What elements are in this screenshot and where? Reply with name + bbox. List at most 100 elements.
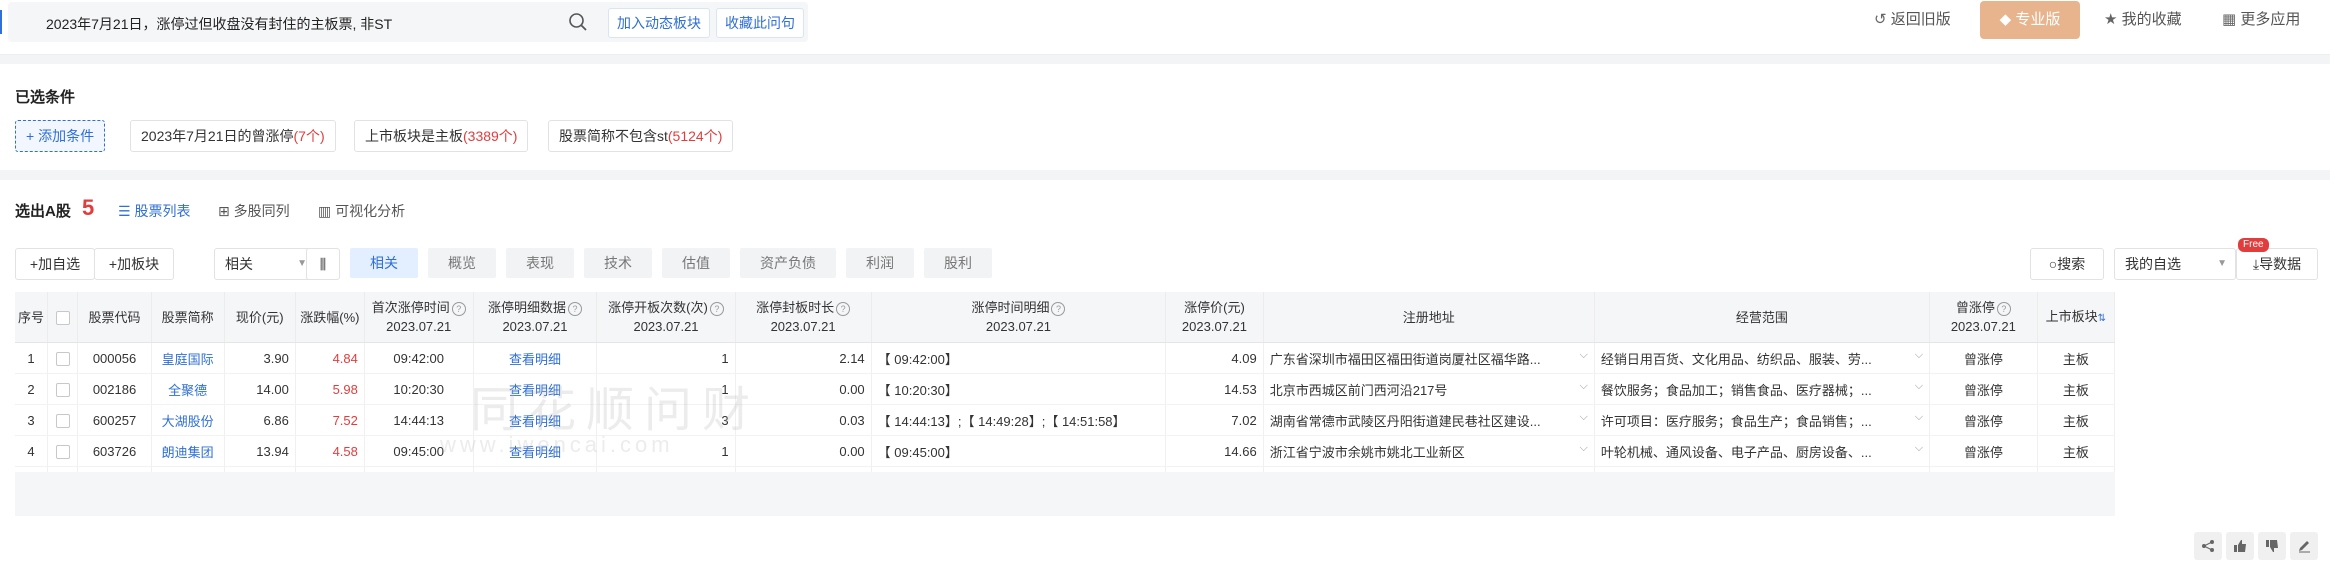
category-performance[interactable]: 表现	[506, 248, 574, 278]
expand-chevron-icon[interactable]: ⌵	[1580, 442, 1588, 455]
header-open-times[interactable]: 涨停开板次数(次)? 2023.07.21	[596, 292, 736, 343]
cell-scope[interactable]: ⌵ 许可项目：医疗服务；食品生产；食品销售；...	[1594, 404, 1931, 436]
pro-version-button[interactable]: ◆ 专业版	[1980, 1, 2080, 39]
thumbs-up-icon[interactable]	[2226, 532, 2254, 560]
header-limit-price[interactable]: 涨停价(元) 2023.07.21	[1165, 292, 1264, 343]
help-icon[interactable]: ?	[709, 301, 724, 316]
category-balance-sheet[interactable]: 资产负债	[740, 248, 836, 278]
condition-text: 上市板块是主板	[365, 128, 463, 144]
table-search-button[interactable]: ○搜索	[2030, 248, 2104, 280]
cell-scope[interactable]: ⌵ 叶轮机械、通风设备、电子产品、厨房设备、...	[1594, 435, 1931, 467]
header-address[interactable]: 注册地址	[1263, 292, 1595, 343]
expand-chevron-icon[interactable]: ⌵	[1915, 380, 1923, 393]
share-icon[interactable]	[2194, 532, 2222, 560]
tab-multi-stock[interactable]: ⊞ 多股同列	[218, 201, 290, 221]
help-icon[interactable]: ?	[1996, 301, 2011, 316]
add-dynamic-block-button[interactable]: 加入动态板块	[608, 8, 710, 38]
help-icon[interactable]: ?	[1051, 301, 1066, 316]
row-checkbox-cell[interactable]	[47, 342, 79, 374]
cell-detail[interactable]: 查看明细	[473, 342, 598, 374]
header-seal-duration[interactable]: 涨停封板时长? 2023.07.21	[735, 292, 872, 343]
column-settings-icon[interactable]: ⫼	[306, 248, 340, 280]
add-to-block-button[interactable]: +加板块	[94, 248, 174, 280]
table-row[interactable]: 3 600257 大湖股份 6.86 7.52 14:44:13 查看明细 3 0.03 【 14…	[15, 404, 2116, 436]
cell-code[interactable]: 603726	[77, 435, 152, 467]
header-code[interactable]: 股票代码	[77, 292, 152, 343]
header-price[interactable]: 现价(元)	[224, 292, 296, 343]
header-name[interactable]: 股票简称	[151, 292, 225, 343]
back-old-version-link[interactable]: ↺ 返回旧版	[1874, 10, 1951, 30]
category-profit[interactable]: 利润	[846, 248, 914, 278]
more-apps-link[interactable]: ▦ 更多应用	[2222, 10, 2300, 30]
row-checkbox-cell[interactable]	[47, 373, 79, 405]
row-checkbox[interactable]	[55, 382, 70, 397]
cell-scope[interactable]: ⌵ 餐饮服务；食品加工；销售食品、医疗器械；...	[1594, 373, 1931, 405]
expand-chevron-icon[interactable]: ⌵	[1580, 411, 1588, 424]
search-box[interactable]: 2023年7月21日，涨停过但收盘没有封住的主板票, 非ST 加入动态板块 收藏…	[8, 2, 808, 42]
search-icon[interactable]	[568, 12, 588, 32]
cell-name[interactable]: 大湖股份	[151, 404, 225, 436]
tab-visualization[interactable]: ▥ 可视化分析	[318, 201, 405, 221]
expand-chevron-icon[interactable]: ⌵	[1915, 349, 1923, 362]
edit-feedback-icon[interactable]	[2290, 532, 2318, 560]
expand-chevron-icon[interactable]: ⌵	[1915, 442, 1923, 455]
row-checkbox[interactable]	[55, 351, 70, 366]
cell-address[interactable]: ⌵ 湖南省常德市武陵区丹阳街道建民巷社区建设...	[1263, 404, 1595, 436]
row-checkbox[interactable]	[55, 444, 70, 459]
help-icon[interactable]: ?	[568, 301, 582, 316]
export-data-button[interactable]: ⤓导数据	[2236, 248, 2318, 280]
cell-seal-dur-text: 0.00	[839, 381, 865, 397]
my-favorites-link[interactable]: ★ 我的收藏	[2104, 10, 2182, 30]
row-checkbox[interactable]	[55, 413, 70, 428]
category-dividend[interactable]: 股利	[924, 248, 992, 278]
save-question-button[interactable]: 收藏此问句	[716, 8, 804, 38]
condition-chip-limit-up[interactable]: 2023年7月21日的曾涨停(7个)	[130, 120, 336, 152]
expand-chevron-icon[interactable]: ⌵	[1915, 411, 1923, 424]
cell-address[interactable]: ⌵ 北京市西城区前门西河沿217号	[1263, 373, 1595, 405]
header-ever-limit[interactable]: 曾涨停? 2023.07.21	[1929, 292, 2038, 343]
cell-name[interactable]: 朗迪集团	[151, 435, 225, 467]
header-select-all[interactable]	[47, 292, 79, 343]
cell-address[interactable]: ⌵ 浙江省宁波市余姚市姚北工业新区	[1263, 435, 1595, 467]
category-valuation[interactable]: 估值	[662, 248, 730, 278]
cell-address[interactable]: ⌵ 广东省深圳市福田区福田街道岗厦社区福华路...	[1263, 342, 1595, 374]
cell-scope[interactable]: ⌵ 经销日用百货、文化用品、纺织品、服装、劳...	[1594, 342, 1931, 374]
category-related[interactable]: 相关	[350, 248, 418, 278]
table-row[interactable]: 4 603726 朗迪集团 13.94 4.58 09:45:00 查看明细 1 0.00 【 0…	[15, 435, 2116, 467]
table-row[interactable]: 2 002186 全聚德 14.00 5.98 10:20:30 查看明细 1 0.00 【 10…	[15, 373, 2116, 405]
help-icon[interactable]: ?	[451, 301, 466, 316]
cell-code[interactable]: 002186	[77, 373, 152, 405]
row-checkbox-cell[interactable]	[47, 404, 79, 436]
expand-chevron-icon[interactable]: ⌵	[1580, 380, 1588, 393]
cell-name[interactable]: 全聚德	[151, 373, 225, 405]
category-technical[interactable]: 技术	[584, 248, 652, 278]
header-detail[interactable]: 涨停明细数据? 2023.07.21	[473, 292, 598, 343]
expand-chevron-icon[interactable]: ⌵	[1580, 349, 1588, 362]
search-input[interactable]: 2023年7月21日，涨停过但收盘没有封住的主板票, 非ST	[46, 14, 392, 34]
header-time-detail[interactable]: 涨停时间明细? 2023.07.21	[871, 292, 1167, 343]
header-first-time-label: 首次涨停时间	[371, 300, 450, 315]
sort-select[interactable]: 相关 ▼	[214, 248, 316, 280]
category-overview[interactable]: 概览	[428, 248, 496, 278]
row-checkbox-cell[interactable]	[47, 435, 79, 467]
header-scope[interactable]: 经营范围	[1594, 292, 1931, 343]
header-first-time[interactable]: 首次涨停时间? 2023.07.21	[364, 292, 474, 343]
help-icon[interactable]: ?	[836, 301, 851, 316]
cell-name[interactable]: 皇庭国际	[151, 342, 225, 374]
add-to-watchlist-button[interactable]: +加自选	[15, 248, 95, 280]
condition-chip-no-st[interactable]: 股票简称不包含st(5124个)	[548, 120, 734, 152]
thumbs-down-icon[interactable]	[2258, 532, 2286, 560]
condition-chip-main-board[interactable]: 上市板块是主板(3389个)	[354, 120, 529, 152]
cell-name-text: 全聚德	[168, 382, 208, 398]
select-all-checkbox[interactable]	[55, 311, 70, 326]
cell-change: 4.84	[295, 342, 365, 374]
add-condition-button[interactable]: + 添加条件	[15, 120, 106, 152]
my-watchlist-select[interactable]: 我的自选 ▼	[2114, 248, 2236, 280]
cell-code[interactable]: 600257	[77, 404, 152, 436]
header-change[interactable]: 涨跌幅(%)	[295, 292, 365, 343]
header-board[interactable]: 上市板块⇅	[2037, 292, 2116, 343]
sort-icon[interactable]: ⇅	[2098, 313, 2106, 324]
table-row[interactable]: 1 000056 皇庭国际 3.90 4.84 09:42:00 查看明细 1 2.14 【 09…	[15, 342, 2116, 374]
cell-code[interactable]: 000056	[77, 342, 152, 374]
tab-stock-list[interactable]: ☰ 股票列表	[118, 201, 190, 221]
